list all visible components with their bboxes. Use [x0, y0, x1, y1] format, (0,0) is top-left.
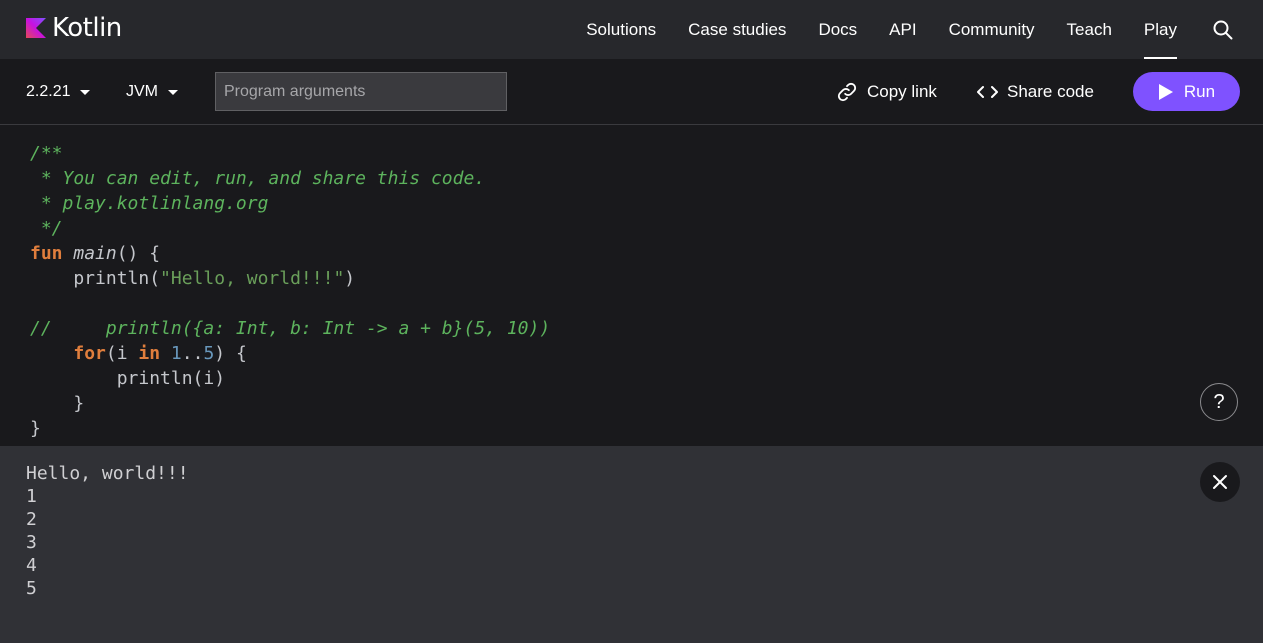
code-line: }	[30, 393, 85, 414]
code-line: /**	[30, 143, 63, 164]
share-code-label: Share code	[1007, 82, 1094, 101]
logo-text: Kotlin	[52, 13, 122, 43]
output-line: 3	[26, 532, 37, 553]
output-line: 4	[26, 555, 37, 576]
nav-teach[interactable]: Teach	[1051, 0, 1128, 59]
run-label: Run	[1183, 81, 1216, 101]
code-line: // println({a: Int, b: Int -> a + b}(5, …	[30, 318, 551, 339]
playground-toolbar: 2.2.21 JVM Copy link Share code Run	[0, 59, 1263, 125]
nav-solutions[interactable]: Solutions	[570, 0, 672, 59]
link-icon	[837, 82, 857, 102]
kotlin-logo[interactable]: Kotlin	[26, 15, 122, 41]
close-output-button[interactable]	[1200, 462, 1240, 502]
play-icon	[1158, 83, 1173, 100]
kotlin-logo-icon	[26, 18, 46, 38]
search-button[interactable]	[1193, 0, 1263, 59]
code-line: */	[30, 218, 63, 239]
code-line: for(i in 1..5) {	[73, 343, 247, 364]
chevron-down-icon	[80, 89, 91, 95]
copy-link-button[interactable]: Copy link	[836, 59, 937, 125]
top-nav: Kotlin Solutions Case studies Docs API C…	[0, 0, 1263, 59]
code-editor[interactable]: /** * You can edit, run, and share this …	[0, 125, 1263, 446]
close-icon	[1213, 475, 1227, 489]
nav-api[interactable]: API	[873, 0, 932, 59]
nav-links: Solutions Case studies Docs API Communit…	[570, 0, 1263, 59]
output-panel: Hello, world!!! 1 2 3 4 5	[0, 446, 1263, 643]
share-code-button[interactable]: Share code	[977, 59, 1094, 125]
code-line: }	[30, 418, 41, 439]
output-line: 1	[26, 486, 37, 507]
run-button[interactable]: Run	[1133, 72, 1240, 111]
nav-community[interactable]: Community	[933, 0, 1051, 59]
version-value: 2.2.21	[26, 83, 71, 100]
search-icon	[1213, 20, 1233, 39]
version-dropdown[interactable]: 2.2.21	[26, 59, 91, 125]
output-text: Hello, world!!! 1 2 3 4 5	[26, 462, 189, 600]
output-line: 2	[26, 509, 37, 530]
code-icon	[977, 86, 998, 98]
code-line: fun main() {	[30, 243, 161, 264]
platform-dropdown[interactable]: JVM	[126, 59, 178, 125]
program-arguments-input[interactable]	[215, 72, 507, 111]
nav-play[interactable]: Play	[1128, 0, 1193, 59]
output-line: 5	[26, 578, 37, 599]
chevron-down-icon	[168, 89, 178, 95]
help-button[interactable]: ?	[1200, 383, 1238, 421]
code-line: println(i)	[30, 368, 226, 389]
code-line: * You can edit, run, and share this code…	[30, 168, 486, 189]
nav-case-studies[interactable]: Case studies	[672, 0, 802, 59]
copy-link-label: Copy link	[867, 82, 937, 101]
nav-docs[interactable]: Docs	[802, 0, 873, 59]
output-line: Hello, world!!!	[26, 463, 189, 484]
code-line: * play.kotlinlang.org	[30, 193, 269, 214]
platform-value: JVM	[126, 83, 158, 100]
code-area[interactable]: /** * You can edit, run, and share this …	[30, 141, 550, 441]
code-line: println("Hello, world!!!")	[30, 268, 356, 289]
